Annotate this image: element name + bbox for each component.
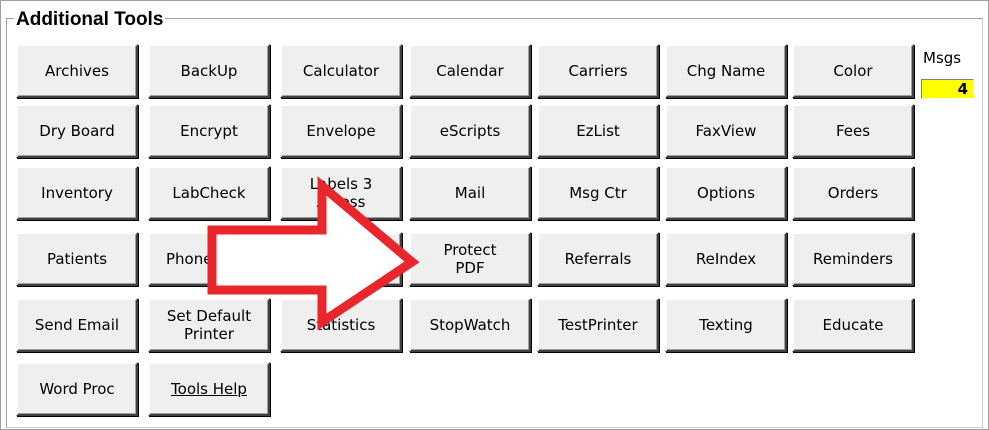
archives-button[interactable]: Archives xyxy=(16,44,138,98)
dry-board-button[interactable]: Dry Board xyxy=(16,104,138,158)
envelope-button[interactable]: Envelope xyxy=(280,104,402,158)
fees-button[interactable]: Fees xyxy=(792,104,914,158)
word-proc-button[interactable]: Word Proc xyxy=(16,362,138,416)
orders-button[interactable]: Orders xyxy=(792,166,914,220)
inventory-button[interactable]: Inventory xyxy=(16,166,138,220)
reindex-button[interactable]: ReIndex xyxy=(665,232,787,286)
backup-button[interactable]: BackUp xyxy=(148,44,270,98)
labcheck-button[interactable]: LabCheck xyxy=(148,166,270,220)
encrypt-button[interactable]: Encrypt xyxy=(148,104,270,158)
stopwatch-button[interactable]: StopWatch xyxy=(409,298,531,352)
statistics-button[interactable]: Statistics xyxy=(280,298,402,352)
msgs-label: Msgs xyxy=(923,49,962,67)
hidden-tool-button[interactable] xyxy=(280,232,402,286)
escripts-button[interactable]: eScripts xyxy=(409,104,531,158)
set-default-printer-button[interactable]: Set Default Printer xyxy=(148,298,270,352)
options-button[interactable]: Options xyxy=(665,166,787,220)
group-title: Additional Tools xyxy=(14,9,166,31)
calculator-button[interactable]: Calculator xyxy=(280,44,402,98)
referrals-button[interactable]: Referrals xyxy=(537,232,659,286)
tools-help-label: Tools Help xyxy=(171,380,247,398)
protect-pdf-button[interactable]: Protect PDF xyxy=(409,232,531,286)
reminders-button[interactable]: Reminders xyxy=(792,232,914,286)
chg-name-button[interactable]: Chg Name xyxy=(665,44,787,98)
educate-button[interactable]: Educate xyxy=(792,298,914,352)
tools-help-button[interactable]: Tools Help xyxy=(148,362,270,416)
texting-button[interactable]: Texting xyxy=(665,298,787,352)
testprinter-button[interactable]: TestPrinter xyxy=(537,298,659,352)
phone-button[interactable]: Phone xyxy=(148,232,270,286)
msg-ctr-button[interactable]: Msg Ctr xyxy=(537,166,659,220)
labels-3-across-button[interactable]: Labels 3 Across xyxy=(280,166,402,220)
send-email-button[interactable]: Send Email xyxy=(16,298,138,352)
patients-button[interactable]: Patients xyxy=(16,232,138,286)
carriers-button[interactable]: Carriers xyxy=(537,44,659,98)
mail-button[interactable]: Mail xyxy=(409,166,531,220)
ezlist-button[interactable]: EzList xyxy=(537,104,659,158)
calendar-button[interactable]: Calendar xyxy=(409,44,531,98)
msgs-count-field: 4 xyxy=(921,79,974,99)
color-button[interactable]: Color xyxy=(792,44,914,98)
faxview-button[interactable]: FaxView xyxy=(665,104,787,158)
